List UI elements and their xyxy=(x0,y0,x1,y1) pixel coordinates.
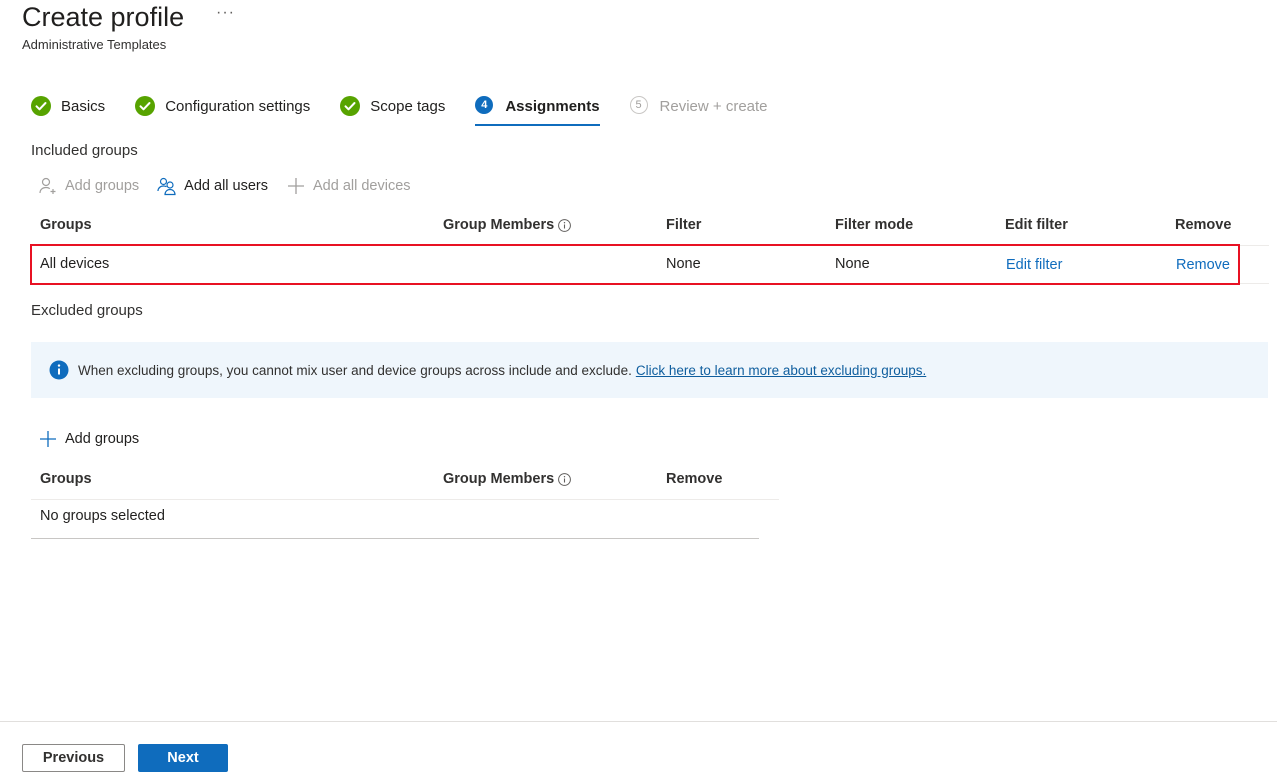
column-header-groups[interactable]: Groups xyxy=(40,471,92,487)
info-filled-icon xyxy=(49,360,69,380)
column-header-group-members[interactable]: Group Members xyxy=(443,217,572,233)
check-circle-icon xyxy=(340,96,361,116)
excluded-toolbar: Add groups xyxy=(38,429,157,449)
info-icon[interactable] xyxy=(558,472,572,486)
step-review-create[interactable]: 5 Review + create xyxy=(629,94,768,118)
included-table-header: Groups Group Members Filter Filter mode … xyxy=(40,217,1270,237)
page-title: Create profile xyxy=(22,2,185,32)
highlight-box xyxy=(30,244,1240,285)
column-header-groups[interactable]: Groups xyxy=(40,217,92,233)
step-scope-tags[interactable]: Scope tags xyxy=(340,94,445,118)
step-label: Scope tags xyxy=(370,97,446,115)
excluded-table-header: Groups Group Members Remove xyxy=(40,471,780,491)
info-icon[interactable] xyxy=(558,218,572,232)
footer-divider xyxy=(0,721,1277,722)
add-excluded-groups-button[interactable]: Add groups xyxy=(38,429,139,449)
table-divider xyxy=(31,499,779,500)
included-groups-heading: Included groups xyxy=(31,142,138,159)
column-header-remove[interactable]: Remove xyxy=(1175,217,1231,233)
step-number-badge: 4 xyxy=(475,96,495,116)
step-label: Assignments xyxy=(505,97,600,115)
column-header-filter-mode[interactable]: Filter mode xyxy=(835,217,913,233)
step-label: Configuration settings xyxy=(165,97,311,115)
step-basics[interactable]: Basics xyxy=(31,94,105,118)
wizard-steps: Basics Configuration settings Scope tags… xyxy=(31,94,798,126)
next-button[interactable]: Next xyxy=(138,744,228,772)
step-label: Basics xyxy=(61,97,106,115)
plus-icon xyxy=(286,176,306,196)
step-assignments[interactable]: 4 Assignments xyxy=(475,94,600,126)
add-person-icon xyxy=(38,176,58,196)
step-number-badge: 5 xyxy=(629,96,650,116)
add-all-users-button[interactable]: Add all users xyxy=(157,176,268,196)
info-text: When excluding groups, you cannot mix us… xyxy=(78,362,632,378)
empty-state-text: No groups selected xyxy=(40,508,165,524)
table-divider xyxy=(31,538,759,539)
excluded-groups-heading: Excluded groups xyxy=(31,302,143,319)
column-header-group-members[interactable]: Group Members xyxy=(443,471,572,487)
column-header-filter[interactable]: Filter xyxy=(666,217,701,233)
people-icon xyxy=(157,176,177,196)
previous-button[interactable]: Previous xyxy=(22,744,125,772)
learn-more-link[interactable]: Click here to learn more about excluding… xyxy=(636,363,926,378)
info-banner: When excluding groups, you cannot mix us… xyxy=(31,342,1268,398)
step-configuration-settings[interactable]: Configuration settings xyxy=(135,94,310,118)
add-groups-button[interactable]: Add groups xyxy=(38,176,139,196)
more-options-button[interactable]: ··· xyxy=(216,4,235,22)
column-header-edit-filter[interactable]: Edit filter xyxy=(1005,217,1068,233)
plus-icon xyxy=(38,429,58,449)
page-subtitle: Administrative Templates xyxy=(22,37,167,52)
included-toolbar: Add groups Add all users Add all devices xyxy=(38,176,429,196)
check-circle-icon xyxy=(31,96,51,116)
add-all-devices-button[interactable]: Add all devices xyxy=(286,176,411,196)
column-header-remove[interactable]: Remove xyxy=(666,471,722,487)
check-circle-icon xyxy=(135,96,156,116)
step-label: Review + create xyxy=(659,97,768,115)
